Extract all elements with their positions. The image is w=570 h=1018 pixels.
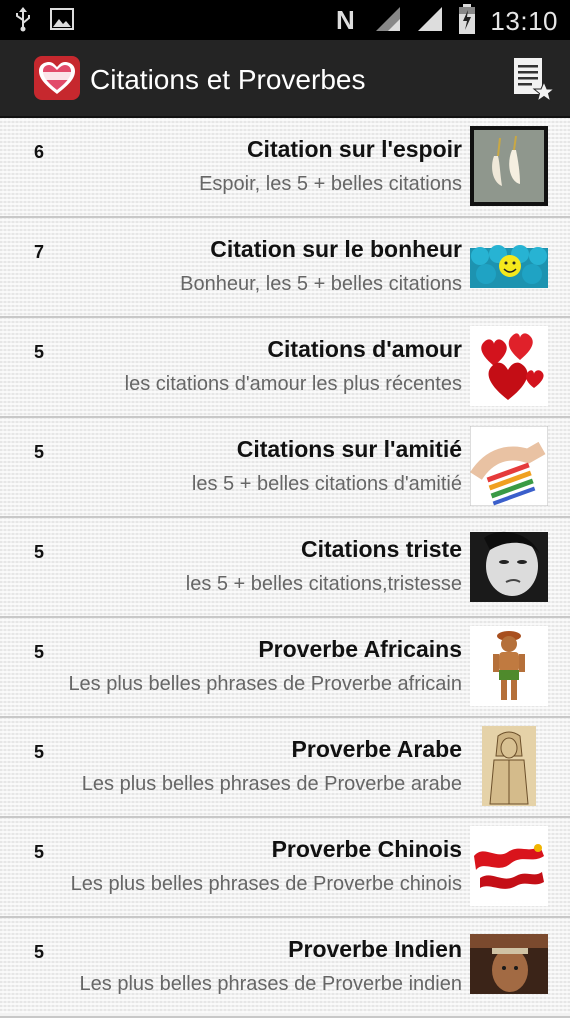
list-item[interactable]: 5 Proverbe Arabe Les plus belles phrases… bbox=[0, 718, 570, 818]
item-subtitle: Les plus belles phrases de Proverbe afri… bbox=[68, 673, 462, 695]
nfc-icon: N bbox=[334, 5, 360, 38]
list-item[interactable]: 5 Proverbe Indien Les plus belles phrase… bbox=[0, 918, 570, 1018]
item-subtitle: Bonheur, les 5 + belles citations bbox=[180, 273, 462, 295]
item-subtitle: les 5 + belles citations,tristesse bbox=[185, 573, 462, 595]
item-subtitle: Espoir, les 5 + belles citations bbox=[199, 173, 462, 195]
list-item[interactable]: 7 Citation sur le bonheur Bonheur, les 5… bbox=[0, 218, 570, 318]
item-count: 5 bbox=[34, 942, 45, 962]
list-item[interactable]: 5 Proverbe Africains Les plus belles phr… bbox=[0, 618, 570, 718]
red-dragon-image bbox=[470, 826, 548, 906]
item-count: 5 bbox=[34, 542, 45, 562]
svg-text:N: N bbox=[336, 5, 355, 33]
battery-charging-icon bbox=[458, 4, 476, 39]
item-title: Proverbe Arabe bbox=[291, 736, 462, 762]
smiley-balls-image bbox=[470, 245, 548, 288]
signal-icon bbox=[416, 6, 444, 37]
list-item[interactable]: 5 Citations triste les 5 + belles citati… bbox=[0, 518, 570, 618]
item-count: 5 bbox=[34, 842, 45, 862]
citations-heart-icon[interactable] bbox=[34, 56, 80, 100]
list-item[interactable]: 5 Citations d'amour les citations d'amou… bbox=[0, 318, 570, 418]
item-title: Citation sur l'espoir bbox=[246, 136, 462, 162]
item-count: 5 bbox=[34, 442, 45, 462]
item-subtitle: Les plus belles phrases de Proverbe indi… bbox=[79, 973, 462, 995]
action-bar: Citations et Proverbes bbox=[0, 40, 570, 118]
indian-portrait-image bbox=[470, 934, 548, 994]
favorites-list-icon[interactable] bbox=[512, 56, 556, 103]
item-count: 5 bbox=[34, 742, 45, 762]
african-figure-image bbox=[470, 626, 548, 706]
list-item[interactable]: 5 Citations sur l'amitié les 5 + belles … bbox=[0, 418, 570, 518]
item-title: Proverbe Indien bbox=[288, 936, 462, 962]
image-icon bbox=[50, 8, 74, 35]
sad-face-image bbox=[470, 531, 548, 602]
item-subtitle: les 5 + belles citations d'amitié bbox=[191, 473, 462, 495]
clock: 13:10 bbox=[490, 6, 558, 36]
item-count: 7 bbox=[34, 242, 45, 262]
list-item[interactable]: 5 Proverbe Chinois Les plus belles phras… bbox=[0, 818, 570, 918]
item-title: Citations d'amour bbox=[267, 336, 462, 362]
app-title: Citations et Proverbes bbox=[90, 64, 366, 95]
category-list: 6 Citation sur l'espoir Espoir, les 5 + … bbox=[0, 118, 570, 1018]
item-title: Proverbe Chinois bbox=[271, 836, 462, 862]
item-count: 6 bbox=[34, 142, 45, 162]
item-title: Proverbe Africains bbox=[258, 636, 462, 662]
item-title: Citation sur le bonheur bbox=[210, 236, 462, 262]
item-subtitle: Les plus belles phrases de Proverbe arab… bbox=[81, 773, 462, 795]
shell-earrings-image bbox=[470, 126, 548, 206]
item-count: 5 bbox=[34, 642, 45, 662]
item-count: 5 bbox=[34, 342, 45, 362]
status-bar: N 13:10 bbox=[0, 0, 570, 40]
item-subtitle: les citations d'amour les plus récentes bbox=[124, 373, 462, 395]
item-title: Citations triste bbox=[300, 536, 462, 562]
arab-drawing-image bbox=[482, 726, 536, 806]
item-subtitle: Les plus belles phrases de Proverbe chin… bbox=[70, 873, 462, 895]
usb-icon bbox=[14, 6, 32, 37]
item-title: Citations sur l'amitié bbox=[236, 436, 462, 462]
red-hearts-image bbox=[470, 326, 548, 406]
friendship-bracelets-image bbox=[470, 426, 548, 506]
list-item[interactable]: 6 Citation sur l'espoir Espoir, les 5 + … bbox=[0, 118, 570, 218]
wifi-icon bbox=[374, 6, 402, 37]
